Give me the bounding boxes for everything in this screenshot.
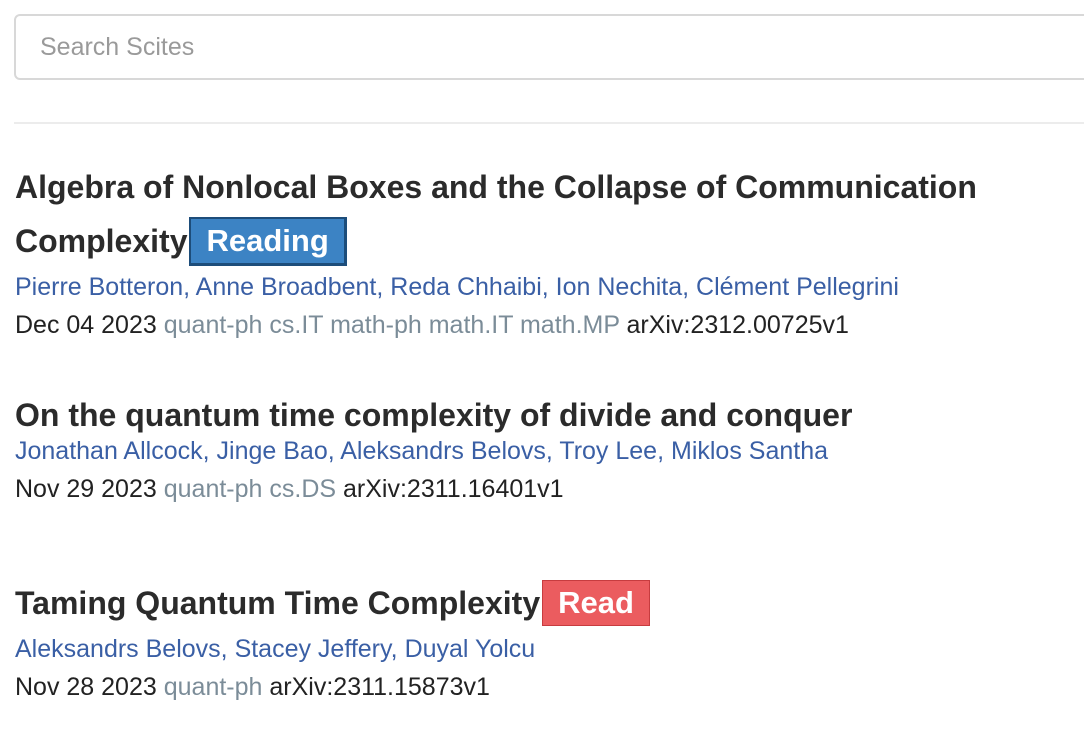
author-link[interactable]: Aleksandrs Belovs	[15, 635, 221, 663]
paper-title: Taming Quantum Time Complexity Read	[15, 576, 1075, 630]
paper-title-link[interactable]: On the quantum time complexity of divide…	[15, 397, 852, 433]
paper-date: Dec 04 2023	[15, 311, 157, 339]
search-input[interactable]	[14, 14, 1084, 80]
author-link[interactable]: Pierre Botteron	[15, 273, 183, 301]
paper-meta: Dec 04 2023 quant-ph cs.IT math-ph math.…	[15, 308, 1075, 342]
category-tag[interactable]: quant-ph	[164, 673, 263, 701]
search-bar	[14, 14, 1084, 80]
author-link[interactable]: Stacey Jeffery	[235, 635, 391, 663]
category-tag[interactable]: math.IT	[429, 311, 513, 339]
author-link[interactable]: Duyal Yolcu	[405, 635, 536, 663]
paper-date: Nov 29 2023	[15, 475, 157, 503]
author-link[interactable]: Ion Nechita	[556, 273, 682, 301]
author-link[interactable]: Clément Pellegrini	[696, 273, 899, 301]
paper-title-link[interactable]: Taming Quantum Time Complexity	[15, 585, 540, 621]
arxiv-id: arXiv:2311.16401v1	[343, 475, 564, 503]
arxiv-id: arXiv:2312.00725v1	[626, 311, 849, 339]
paper-item: Algebra of Nonlocal Boxes and the Collap…	[15, 160, 1075, 342]
category-tag[interactable]: quant-ph	[164, 475, 263, 503]
author-link[interactable]: Jonathan Allcock	[15, 437, 203, 465]
paper-meta: Nov 29 2023 quant-ph cs.DS arXiv:2311.16…	[15, 472, 1075, 506]
paper-meta: Nov 28 2023 quant-ph arXiv:2311.15873v1	[15, 670, 1075, 704]
paper-item: On the quantum time complexity of divide…	[15, 388, 1075, 506]
divider	[14, 122, 1084, 124]
author-link[interactable]: Anne Broadbent	[196, 273, 377, 301]
author-link[interactable]: Aleksandrs Belovs	[340, 437, 546, 465]
paper-date: Nov 28 2023	[15, 673, 157, 701]
author-link[interactable]: Jinge Bao	[217, 437, 328, 465]
paper-item: Taming Quantum Time Complexity Read Aleks…	[15, 576, 1075, 704]
paper-authors: Jonathan Allcock, Jinge Bao, Aleksandrs …	[15, 437, 829, 465]
paper-title-link[interactable]: Algebra of Nonlocal Boxes and the Collap…	[15, 169, 977, 259]
paper-authors: Pierre Botteron, Anne Broadbent, Reda Ch…	[15, 273, 899, 301]
category-tag[interactable]: math.MP	[520, 311, 620, 339]
paper-authors: Aleksandrs Belovs, Stacey Jeffery, Duyal…	[15, 635, 536, 663]
category-tag[interactable]: cs.IT	[269, 311, 323, 339]
author-link[interactable]: Miklos Santha	[671, 437, 828, 465]
arxiv-id: arXiv:2311.15873v1	[269, 673, 490, 701]
read-status-badge[interactable]: Read	[542, 580, 650, 626]
paper-title: Algebra of Nonlocal Boxes and the Collap…	[15, 160, 1075, 268]
author-link[interactable]: Reda Chhaibi	[390, 273, 542, 301]
author-link[interactable]: Troy Lee	[559, 437, 657, 465]
reading-status-badge[interactable]: Reading	[189, 217, 347, 266]
category-tag[interactable]: cs.DS	[269, 475, 336, 503]
category-tag[interactable]: math-ph	[330, 311, 422, 339]
category-tag[interactable]: quant-ph	[164, 311, 263, 339]
